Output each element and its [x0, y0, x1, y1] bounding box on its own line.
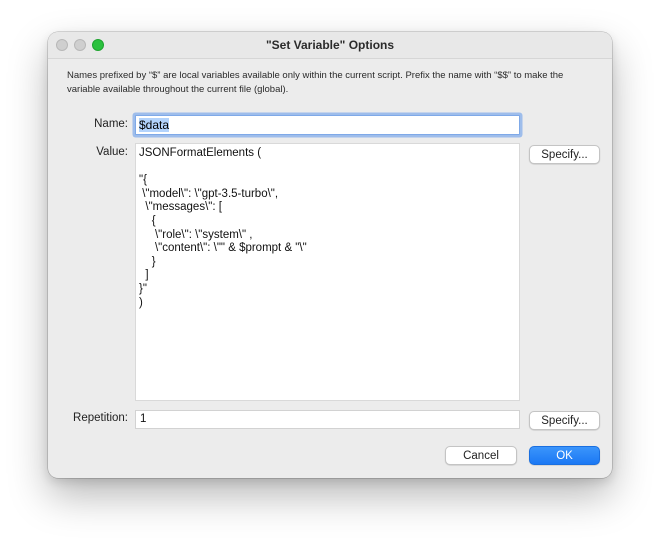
title-bar: "Set Variable" Options	[48, 32, 612, 59]
cancel-button[interactable]: Cancel	[445, 446, 517, 465]
name-value: $data	[139, 118, 170, 132]
name-field[interactable]: $data	[135, 115, 520, 135]
ok-button[interactable]: OK	[529, 446, 600, 465]
name-label: Name:	[94, 118, 128, 130]
description-text: Names prefixed by “$” are local variable…	[67, 70, 564, 95]
window-title: "Set Variable" Options	[265, 38, 395, 52]
value-label: Value:	[96, 146, 128, 158]
value-specify-button[interactable]: Specify...	[529, 145, 600, 164]
value-text: JSONFormatElements ( "{ \"model\": \"gpt…	[139, 147, 307, 309]
repetition-field[interactable]: 1	[135, 410, 520, 429]
value-textarea[interactable]: JSONFormatElements ( "{ \"model\": \"gpt…	[135, 143, 520, 401]
repetition-specify-button[interactable]: Specify...	[529, 411, 600, 430]
dialog-window: "Set Variable" Options Names prefixed by…	[48, 32, 612, 478]
repetition-label: Repetition:	[73, 412, 128, 424]
